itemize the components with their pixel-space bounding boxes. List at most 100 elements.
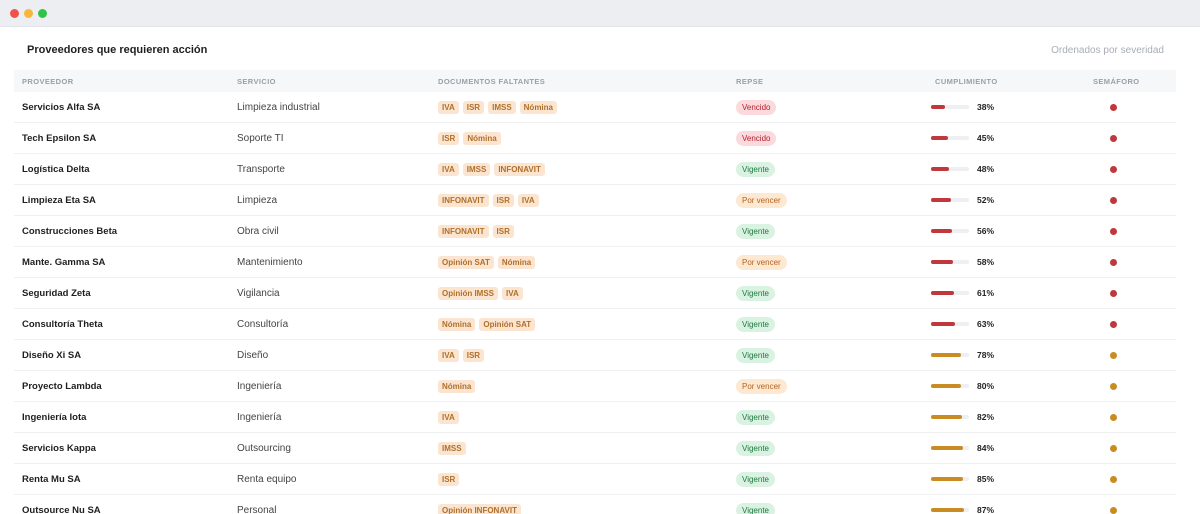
missing-documents: INFONAVIT ISR IVA (438, 185, 539, 215)
compliance-cell: 63% (931, 309, 994, 339)
supplier-name[interactable]: Proyecto Lambda (22, 371, 102, 401)
repse-status-badge: Vigente (736, 285, 775, 301)
compliance-percentage: 87% (977, 505, 995, 514)
supplier-name[interactable]: Logística Delta (22, 154, 90, 184)
compliance-percentage: 58% (977, 257, 995, 267)
supplier-name[interactable]: Ingeniería Iota (22, 402, 86, 432)
compliance-progress-bar (931, 446, 969, 450)
service-name: Renta equipo (237, 473, 297, 485)
table-row[interactable]: Tech Epsilon SA Soporte TI ISR Nómina Vencid… (14, 123, 1176, 154)
supplier-name[interactable]: Renta Mu SA (22, 464, 81, 494)
supplier-name[interactable]: Servicios Kappa (22, 433, 96, 463)
missing-document-tag: IMSS (462, 162, 491, 176)
service-name: Personal (237, 504, 277, 514)
missing-document-tag: IVA (438, 348, 459, 362)
compliance-progress-bar (931, 477, 969, 481)
table-row[interactable]: Diseño Xi SA Diseño IVA ISR Vigente 78% (14, 340, 1176, 371)
repse-status-badge: Vigente (736, 161, 775, 177)
repse-cell: Vencido (736, 92, 777, 122)
column-header-semaforo[interactable]: SEMÁFORO (1093, 77, 1140, 86)
missing-documents: IVA IMSS INFONAVIT (438, 154, 545, 184)
repse-status-badge: Vigente (736, 440, 775, 456)
table-row[interactable]: Servicios Kappa Outsourcing IMSS Vigente 84% (14, 433, 1176, 464)
traffic-light-cell (1110, 154, 1117, 184)
traffic-light-cell (1110, 278, 1117, 308)
missing-documents: IMSS (438, 433, 466, 463)
supplier-name[interactable]: Tech Epsilon SA (22, 123, 96, 153)
compliance-cell: 78% (931, 340, 994, 370)
service-name: Ingeniería (237, 411, 282, 423)
table-row[interactable]: Proyecto Lambda Ingeniería Nómina Por vence… (14, 371, 1176, 402)
missing-document-tag: Nómina (519, 100, 557, 114)
table-row[interactable]: Consultoría Theta Consultoría Nómina Opinió… (14, 309, 1176, 340)
service-name: Vigilancia (237, 287, 280, 299)
supplier-name[interactable]: Limpieza Eta SA (22, 185, 96, 215)
compliance-progress-fill (931, 384, 962, 388)
compliance-progress-bar (931, 198, 969, 202)
traffic-light-dot-icon (1110, 506, 1117, 514)
missing-document-tag: IMSS (438, 441, 466, 455)
missing-documents: Opinión INFONAVIT (438, 495, 521, 514)
window-titlebar (0, 0, 1200, 27)
repse-cell: Vigente (736, 309, 775, 339)
supplier-name[interactable]: Outsource Nu SA (22, 495, 101, 514)
traffic-light-cell (1110, 371, 1117, 401)
column-header-servicio[interactable]: SERVICIO (237, 77, 276, 86)
traffic-light-dot-icon (1110, 413, 1117, 421)
column-header-repse[interactable]: REPSE (736, 77, 763, 86)
missing-document-tag: ISR (438, 131, 460, 145)
supplier-name[interactable]: Construcciones Beta (22, 216, 117, 246)
table-row[interactable]: Logística Delta Transporte IVA IMSS INFONAVI… (14, 154, 1176, 185)
table-row[interactable]: Ingeniería Iota Ingeniería IVA Vigente 82% (14, 402, 1176, 433)
repse-cell: Vigente (736, 402, 775, 432)
compliance-progress-bar (931, 322, 969, 326)
missing-document-tag: ISR (492, 224, 514, 238)
traffic-light-cell (1110, 216, 1117, 246)
missing-document-tag: IVA (438, 100, 459, 114)
compliance-cell: 85% (931, 464, 994, 494)
table-row[interactable]: Construcciones Beta Obra civil INFONAVIT IS… (14, 216, 1176, 247)
missing-documents: IVA (438, 402, 459, 432)
supplier-name[interactable]: Mante. Gamma SA (22, 247, 105, 277)
service-name: Outsourcing (237, 442, 291, 454)
compliance-progress-fill (931, 446, 963, 450)
traffic-light-dot-icon (1110, 103, 1117, 111)
compliance-percentage: 78% (977, 350, 995, 360)
supplier-name[interactable]: Seguridad Zeta (22, 278, 91, 308)
traffic-light-dot-icon (1110, 196, 1117, 204)
repse-cell: Vigente (736, 340, 775, 370)
compliance-percentage: 85% (977, 474, 995, 484)
missing-documents: Opinión IMSS IVA (438, 278, 523, 308)
service-name: Mantenimiento (237, 256, 303, 268)
compliance-progress-fill (931, 508, 965, 512)
repse-status-badge: Vigente (736, 502, 775, 514)
table-row[interactable]: Mante. Gamma SA Mantenimiento Opinión SAT N… (14, 247, 1176, 278)
supplier-name[interactable]: Diseño Xi SA (22, 340, 81, 370)
column-header-cumplimiento[interactable]: CUMPLIMIENTO (935, 77, 998, 86)
app-window: Proveedores que requieren acción Ordenad… (0, 0, 1200, 514)
minimize-window-button[interactable] (24, 9, 33, 18)
table-row[interactable]: Limpieza Eta SA Limpieza INFONAVIT ISR IVA Po… (14, 185, 1176, 216)
maximize-window-button[interactable] (38, 9, 47, 18)
compliance-cell: 84% (931, 433, 994, 463)
close-window-button[interactable] (10, 9, 19, 18)
supplier-name[interactable]: Servicios Alfa SA (22, 92, 100, 122)
repse-cell: Vigente (736, 495, 775, 514)
missing-documents: IVA ISR (438, 340, 485, 370)
compliance-percentage: 45% (977, 133, 995, 143)
table-row[interactable]: Renta Mu SA Renta equipo ISR Vigente 85% (14, 464, 1176, 495)
missing-document-tag: INFONAVIT (494, 162, 545, 176)
sort-order-label: Ordenados por severidad (1051, 45, 1164, 56)
traffic-light-dot-icon (1110, 351, 1117, 359)
supplier-name[interactable]: Consultoría Theta (22, 309, 103, 339)
column-header-documentos[interactable]: DOCUMENTOS FALTANTES (438, 77, 545, 86)
table-row[interactable]: Outsource Nu SA Personal Opinión INFONAVIT… (14, 495, 1176, 514)
compliance-progress-fill (931, 136, 949, 140)
table-row[interactable]: Servicios Alfa SA Limpieza industrial IVA I… (14, 92, 1176, 123)
compliance-progress-bar (931, 105, 969, 109)
table-row[interactable]: Seguridad Zeta Vigilancia Opinión IMSS IVA V… (14, 278, 1176, 309)
compliance-percentage: 38% (977, 102, 995, 112)
compliance-percentage: 56% (977, 226, 995, 236)
column-header-proveedor[interactable]: PROVEEDOR (22, 77, 74, 86)
repse-cell: Vigente (736, 464, 775, 494)
